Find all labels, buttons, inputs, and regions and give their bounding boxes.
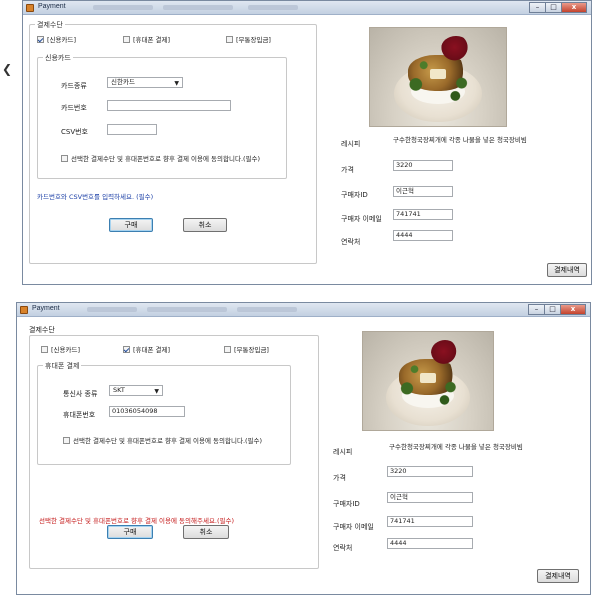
recipe-label: 레시피 <box>341 140 361 148</box>
method-credit-card-checkbox[interactable]: [신용카드] <box>37 34 76 44</box>
price-label: 가격 <box>341 166 354 174</box>
payment-history-button[interactable]: 결제내역 <box>537 569 579 583</box>
check-icon <box>37 35 44 43</box>
payment-window-credit-card: Payment – □ x 결제수단 [신용카드] [휴대폰 결제] [무통장입… <box>22 0 592 285</box>
title-bar: Payment – □ x <box>17 303 590 317</box>
method-mobile-label: [휴대폰 결제] <box>133 346 171 354</box>
consent-checkbox[interactable]: 선택한 결제수단 및 휴대폰번호로 향후 결제 이용에 동의합니다.(필수) <box>63 435 262 445</box>
consent-checkbox[interactable]: 선택한 결제수단 및 휴대폰번호로 향후 결제 이용에 동의합니다.(필수) <box>61 153 260 163</box>
maximize-icon[interactable]: □ <box>545 2 561 13</box>
window-title: Payment <box>38 3 66 10</box>
phone-input[interactable]: 01036054098 <box>109 406 185 417</box>
method-bank-transfer-label: [무통장입금] <box>236 36 271 44</box>
contact-field[interactable]: 4444 <box>387 538 473 549</box>
dish-photo <box>362 331 494 431</box>
price-label: 가격 <box>333 474 346 482</box>
carrier-select[interactable]: SKT ▼ <box>109 385 163 396</box>
minimize-icon[interactable]: – <box>529 2 545 13</box>
buyer-id-field[interactable]: 이근혁 <box>387 492 473 503</box>
buyer-email-label: 구매자 이메일 <box>333 523 374 531</box>
card-number-label: 카드번호 <box>61 104 87 112</box>
blurred-background-bar <box>248 5 298 10</box>
payment-app-icon <box>26 4 34 12</box>
maximize-icon[interactable]: □ <box>544 304 560 315</box>
card-number-input[interactable] <box>107 100 231 111</box>
consent-label: 선택한 결제수단 및 휴대폰번호로 향후 결제 이용에 동의합니다.(필수) <box>73 437 263 445</box>
method-bank-transfer-checkbox[interactable]: [무통장입금] <box>226 34 271 44</box>
checkbox-box <box>226 35 233 43</box>
window-controls: – □ x <box>529 2 587 13</box>
cancel-button[interactable]: 취소 <box>183 525 229 539</box>
buyer-email-field[interactable]: 741741 <box>393 209 453 220</box>
tofu-shape <box>429 69 447 79</box>
blurred-background-bar <box>163 5 233 10</box>
method-bank-transfer-label: [무통장입금] <box>234 346 269 354</box>
window-controls: – □ x <box>528 304 586 315</box>
method-credit-card-label: [신용카드] <box>47 36 76 44</box>
contact-label: 연락처 <box>333 544 353 552</box>
price-field[interactable]: 3220 <box>393 160 453 171</box>
buyer-id-field[interactable]: 이근혁 <box>393 186 453 197</box>
arrow-left-icon: ❮ <box>2 62 13 76</box>
sauce-shape <box>440 35 471 62</box>
chevron-down-icon: ▼ <box>174 80 179 87</box>
buyer-id-label: 구매자ID <box>333 500 360 508</box>
checkbox-box <box>123 35 130 43</box>
credit-card-group-title: 신용카드 <box>43 53 73 63</box>
method-mobile-checkbox[interactable]: [휴대폰 결제] <box>123 34 170 44</box>
title-bar: Payment – □ x <box>23 1 591 15</box>
cancel-button[interactable]: 취소 <box>183 218 227 232</box>
payment-method-label: 결제수단 <box>29 326 55 334</box>
blurred-background-bar <box>237 307 297 312</box>
buy-button[interactable]: 구매 <box>107 525 153 539</box>
blurred-background-bar <box>93 5 153 10</box>
payment-app-icon <box>20 306 28 314</box>
carrier-label: 통신사 종류 <box>63 390 98 398</box>
close-icon[interactable]: x <box>561 2 587 13</box>
notice-text: 카드번호와 CSV번호를 입력하세요. (필수) <box>37 193 154 201</box>
checkbox-box <box>41 345 48 353</box>
payment-history-button[interactable]: 결제내역 <box>547 263 587 277</box>
recipe-label: 레시피 <box>333 448 353 456</box>
buyer-email-label: 구매자 이메일 <box>341 215 382 223</box>
card-type-select[interactable]: 신한카드 ▼ <box>107 77 183 88</box>
carrier-value: SKT <box>113 386 125 394</box>
payment-method-label: 결제수단 <box>35 20 65 30</box>
csv-input[interactable] <box>107 124 157 135</box>
checkbox-box <box>224 345 231 353</box>
notice-text: 선택한 결제수단 및 휴대폰번호로 향후 결제 이용에 동의해주세요.(필수) <box>39 517 235 525</box>
method-mobile-label: [휴대폰 결제] <box>133 36 171 44</box>
price-field[interactable]: 3220 <box>387 466 473 477</box>
buy-button[interactable]: 구매 <box>109 218 153 232</box>
recipe-value: 구수한청국장찌개에 각종 나물을 넣은 청국장비빔 <box>389 443 523 451</box>
buyer-email-field[interactable]: 741741 <box>387 516 473 527</box>
tofu-shape <box>420 373 436 383</box>
method-credit-card-label: [신용카드] <box>51 346 80 354</box>
blurred-background-bar <box>147 307 227 312</box>
consent-label: 선택한 결제수단 및 휴대폰번호로 향후 결제 이용에 동의합니다.(필수) <box>71 155 261 163</box>
payment-window-mobile: Payment – □ x 결제수단 [신용카드] [휴대폰 결제] [무통장입… <box>16 302 591 595</box>
close-icon[interactable]: x <box>560 304 586 315</box>
contact-field[interactable]: 4444 <box>393 230 453 241</box>
minimize-icon[interactable]: – <box>528 304 544 315</box>
buyer-id-label: 구매자ID <box>341 191 368 199</box>
check-icon <box>123 345 130 353</box>
contact-label: 연락처 <box>341 238 361 246</box>
checkbox-box <box>61 154 68 162</box>
card-type-value: 신한카드 <box>111 78 135 86</box>
dish-photo <box>369 27 507 127</box>
chevron-down-icon: ▼ <box>154 388 159 395</box>
method-bank-transfer-checkbox[interactable]: [무통장입금] <box>224 344 269 354</box>
blurred-background-bar <box>87 307 137 312</box>
method-credit-card-checkbox[interactable]: [신용카드] <box>41 344 80 354</box>
window-title: Payment <box>32 305 60 312</box>
phone-label: 휴대폰번호 <box>63 411 96 419</box>
mobile-payment-group-title: 휴대폰 결제 <box>43 361 82 371</box>
card-type-label: 카드종류 <box>61 82 87 90</box>
csv-label: CSV번호 <box>61 128 88 136</box>
method-mobile-checkbox[interactable]: [휴대폰 결제] <box>123 344 170 354</box>
checkbox-box <box>63 436 70 444</box>
recipe-value: 구수한청국장찌개에 각종 나물을 넣은 청국장비빔 <box>393 136 527 144</box>
